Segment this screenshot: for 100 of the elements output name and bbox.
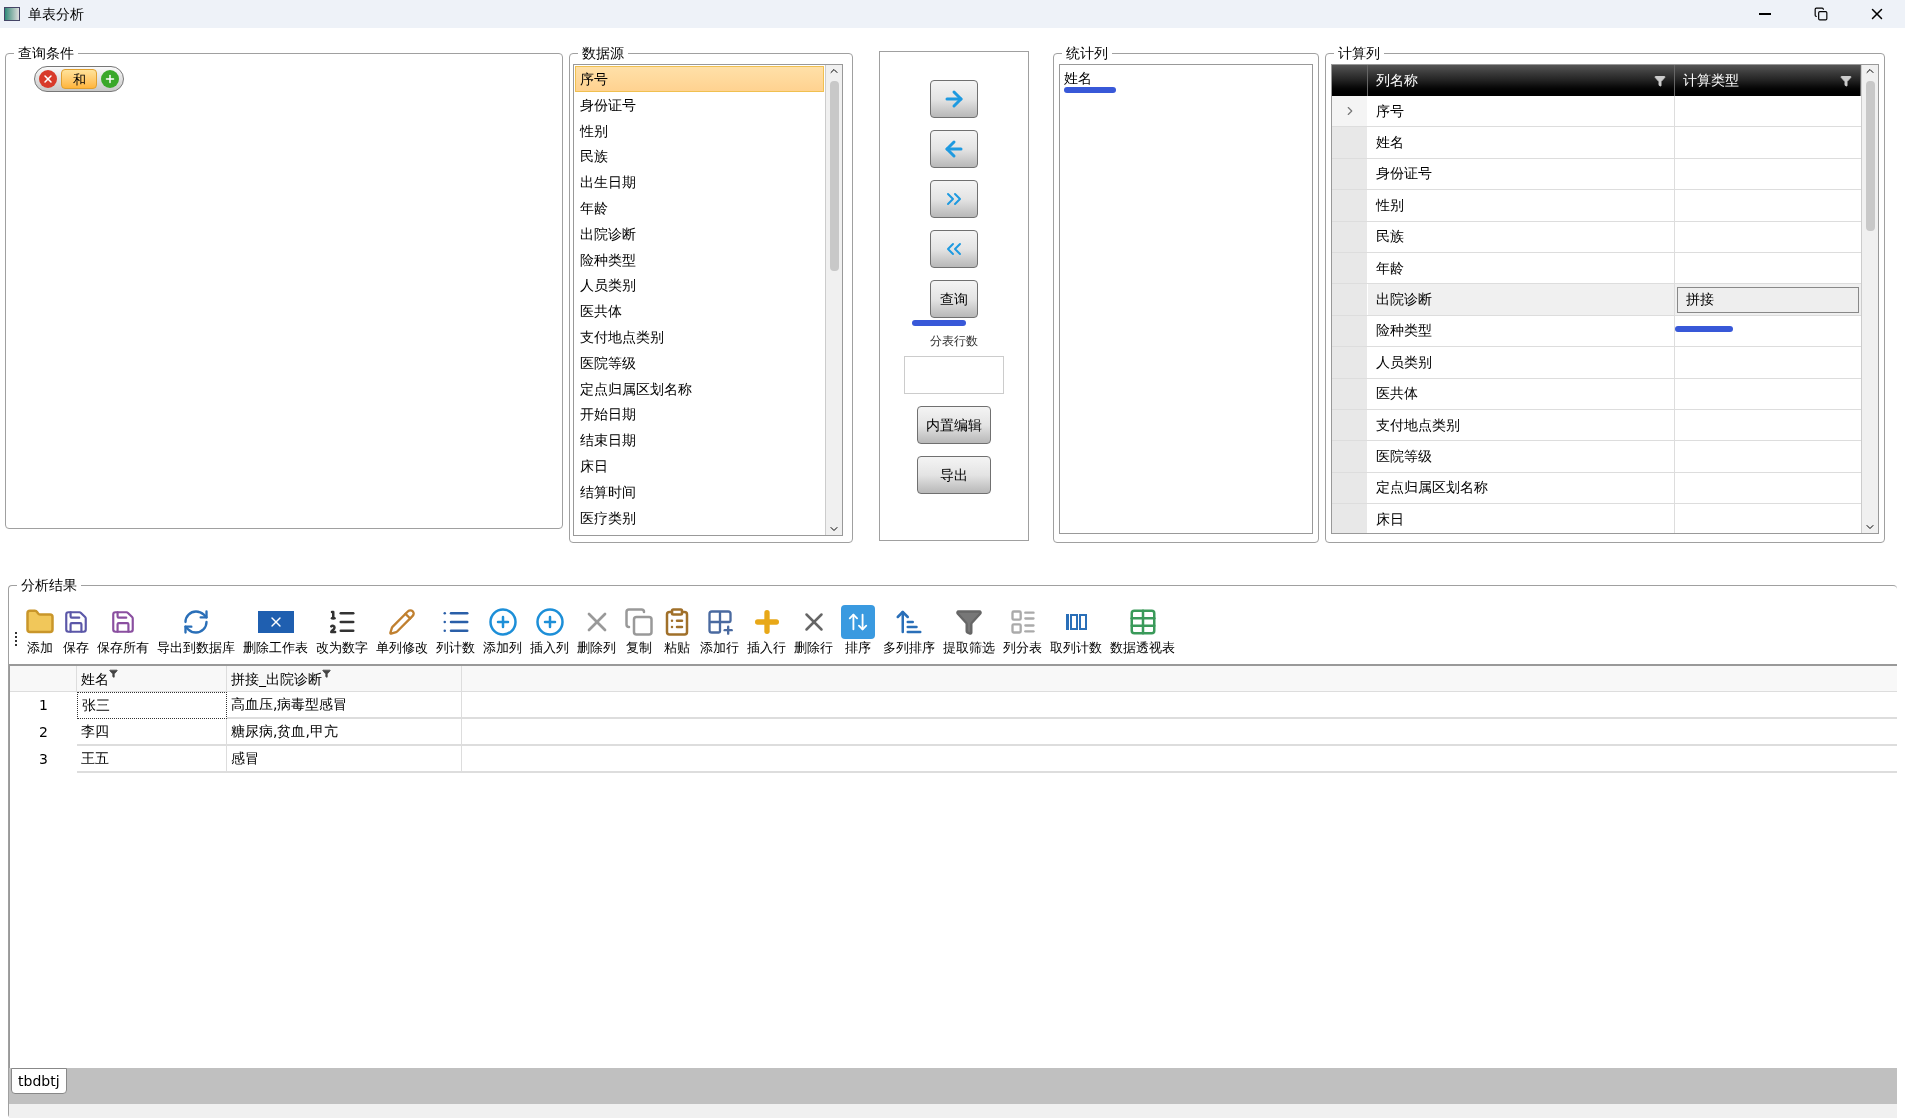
- list-item[interactable]: 性别: [575, 117, 824, 144]
- move-right-button[interactable]: [930, 80, 978, 118]
- column-header[interactable]: 姓名: [77, 666, 227, 691]
- move-all-left-button[interactable]: [930, 230, 978, 268]
- rows-input[interactable]: [904, 356, 1004, 394]
- toolbar-button[interactable]: 插入列: [529, 604, 570, 656]
- list-item[interactable]: 年龄: [575, 195, 824, 221]
- table-cell: 年龄: [1368, 252, 1675, 284]
- row-header[interactable]: [1332, 378, 1368, 409]
- sheet-tab[interactable]: tbdbtj: [11, 1068, 67, 1094]
- table-cell: 性别: [1368, 190, 1675, 221]
- toolbar-button[interactable]: 粘贴: [661, 604, 693, 656]
- grid-row[interactable]: 医院等级: [1332, 441, 1861, 473]
- row-header[interactable]: [1332, 409, 1368, 441]
- list-item[interactable]: 身份证号: [575, 91, 824, 118]
- toolbar-button[interactable]: 删除行: [793, 604, 834, 656]
- export-button[interactable]: 导出: [917, 456, 991, 494]
- row-number: 1: [38, 696, 49, 715]
- query-button[interactable]: 查询: [930, 280, 978, 318]
- toolbar-button[interactable]: 保存: [62, 604, 90, 656]
- toolbar-button[interactable]: 改为数字: [315, 604, 369, 656]
- toolbar-button[interactable]: 列分表: [1002, 604, 1043, 656]
- scrollbar[interactable]: [1861, 65, 1878, 533]
- list-item[interactable]: 开始日期: [575, 401, 824, 428]
- row-header[interactable]: [1332, 284, 1368, 315]
- list-item[interactable]: 出院诊断: [575, 220, 824, 247]
- row-header[interactable]: [1332, 472, 1368, 504]
- row-header[interactable]: [1332, 190, 1368, 221]
- toolbar-button[interactable]: 提取筛选: [942, 604, 996, 656]
- filter-icon[interactable]: [109, 669, 118, 678]
- toolbar-button[interactable]: 添加列: [482, 604, 523, 656]
- row-header[interactable]: [1332, 158, 1368, 190]
- toolbar-button[interactable]: 删除工作表: [242, 604, 309, 656]
- grip-icon[interactable]: [15, 632, 18, 646]
- table-cell[interactable]: 王五: [77, 746, 227, 773]
- column-header[interactable]: 拼接_出院诊断: [227, 666, 462, 691]
- row-header[interactable]: [1332, 347, 1368, 378]
- row-header[interactable]: [1332, 96, 1368, 127]
- list-item[interactable]: 民族: [575, 143, 824, 170]
- list-item[interactable]: 序号: [575, 66, 824, 92]
- row-header[interactable]: [1332, 315, 1368, 347]
- and-operator[interactable]: 和: [61, 69, 97, 89]
- toolbar-button[interactable]: 插入行: [746, 604, 787, 656]
- toolbar-button[interactable]: 取列计数: [1049, 604, 1103, 656]
- move-left-button[interactable]: [930, 130, 978, 168]
- filter-icon[interactable]: [322, 669, 331, 678]
- add-icon[interactable]: [101, 70, 119, 88]
- list-item[interactable]: 险种类型: [575, 246, 824, 273]
- grid-row[interactable]: 序号: [1332, 96, 1861, 128]
- grid-row[interactable]: 民族: [1332, 221, 1861, 253]
- toolbar-button[interactable]: 排序: [840, 604, 876, 656]
- grid-row[interactable]: 定点归属区划名称: [1332, 472, 1861, 505]
- grid-row[interactable]: 支付地点类别: [1332, 409, 1861, 442]
- toolbar-button[interactable]: 添加: [24, 604, 56, 656]
- list-item[interactable]: 医共体: [575, 298, 824, 324]
- grid-row[interactable]: 年龄: [1332, 252, 1861, 285]
- list-item[interactable]: 医院等级: [575, 349, 824, 376]
- list-item[interactable]: 姓名: [1064, 65, 1092, 91]
- toolbar-button[interactable]: 多列排序: [882, 604, 936, 656]
- grid-row[interactable]: 人员类别: [1332, 347, 1861, 379]
- row-header[interactable]: [1332, 127, 1368, 158]
- grid-row[interactable]: 性别: [1332, 190, 1861, 222]
- list-item[interactable]: 结束日期: [575, 427, 824, 453]
- toolbar-button[interactable]: 单列修改: [375, 604, 429, 656]
- scrollbar[interactable]: [825, 65, 842, 535]
- app-icon: [4, 7, 20, 21]
- toolbar-button[interactable]: 数据透视表: [1109, 604, 1176, 656]
- table-cell[interactable]: 拼接: [1677, 286, 1859, 313]
- edit-button[interactable]: 内置编辑: [917, 406, 991, 444]
- row-header[interactable]: [1332, 221, 1368, 252]
- list-item[interactable]: 结算时间: [575, 478, 824, 505]
- table-cell[interactable]: 张三: [77, 692, 227, 719]
- toolbar-button[interactable]: 复制: [623, 604, 655, 656]
- toolbar-button[interactable]: 列计数: [435, 604, 476, 656]
- row-header[interactable]: [1332, 504, 1368, 533]
- table-cell[interactable]: 糖尿病,贫血,甲亢: [227, 719, 462, 746]
- list-item[interactable]: 人员类别: [575, 272, 824, 299]
- scroll-thumb[interactable]: [829, 81, 839, 271]
- row-header[interactable]: [1332, 252, 1368, 284]
- table-cell[interactable]: 高血压,病毒型感冒: [227, 692, 462, 719]
- list-item[interactable]: 定点归属区划名称: [575, 375, 824, 402]
- list-item[interactable]: 出生日期: [575, 169, 824, 195]
- list-item[interactable]: 支付地点类别: [575, 323, 824, 350]
- toolbar-button[interactable]: 保存所有: [96, 604, 150, 656]
- grid-row[interactable]: 出院诊断 拼接: [1332, 284, 1861, 316]
- move-all-right-button[interactable]: [930, 180, 978, 218]
- toolbar-button[interactable]: 导出到数据库: [156, 604, 236, 656]
- grid-row[interactable]: 身份证号: [1332, 158, 1861, 191]
- remove-icon[interactable]: [39, 70, 57, 88]
- scroll-thumb[interactable]: [1865, 81, 1875, 231]
- list-item[interactable]: 床日: [575, 452, 824, 479]
- table-cell[interactable]: 感冒: [227, 746, 462, 773]
- table-cell[interactable]: 李四: [77, 719, 227, 746]
- row-header[interactable]: [1332, 441, 1368, 472]
- grid-row[interactable]: 险种类型: [1332, 315, 1861, 348]
- grid-row[interactable]: 姓名: [1332, 127, 1861, 159]
- list-item[interactable]: 医疗类别: [575, 504, 824, 531]
- toolbar-button[interactable]: 添加行: [699, 604, 740, 656]
- toolbar-button[interactable]: 删除列: [576, 604, 617, 656]
- grid-row[interactable]: 医共体: [1332, 378, 1861, 410]
